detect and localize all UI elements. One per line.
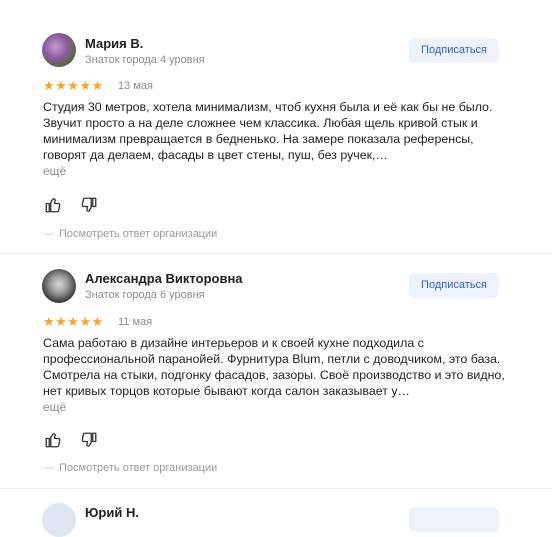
avatar[interactable] <box>42 269 76 303</box>
subscribe-button[interactable] <box>409 507 499 532</box>
rating-stars: ★★★★★ <box>43 78 104 93</box>
review-text: Студия 30 метров, хотела минимализм, что… <box>43 100 493 162</box>
divider <box>0 488 552 489</box>
review-author[interactable]: Мария В. <box>85 36 143 51</box>
org-reply-label: Посмотреть ответ организации <box>59 462 218 474</box>
thumbs-down-icon[interactable] <box>80 196 98 214</box>
author-level: Знаток города 6 уровня <box>85 289 205 301</box>
rating-stars: ★★★★★ <box>43 314 104 329</box>
review-author[interactable]: Юрий Н. <box>85 505 139 520</box>
avatar[interactable] <box>42 503 76 537</box>
subscribe-button[interactable]: Подписаться <box>409 273 499 298</box>
author-level: Знаток города 4 уровня <box>85 54 205 66</box>
dash-separator: — <box>43 228 54 240</box>
dash-separator: — <box>43 462 54 474</box>
review-date: 11 мая <box>118 316 153 328</box>
org-reply-link[interactable]: — Посмотреть ответ организации <box>43 462 217 474</box>
org-reply-link[interactable]: — Посмотреть ответ организации <box>43 228 217 240</box>
review-date: 13 мая <box>118 80 153 92</box>
subscribe-button[interactable]: Подписаться <box>409 38 499 63</box>
review-text: Сама работаю в дизайне интерьеров и к св… <box>43 336 505 398</box>
thumbs-down-icon[interactable] <box>80 431 98 449</box>
review-author[interactable]: Александра Викторовна <box>85 271 243 286</box>
org-reply-label: Посмотреть ответ организации <box>59 228 218 240</box>
thumbs-up-icon[interactable] <box>44 431 62 449</box>
divider <box>0 253 552 254</box>
more-link[interactable]: ещё <box>43 400 66 414</box>
more-link[interactable]: ещё <box>43 164 66 178</box>
thumbs-up-icon[interactable] <box>44 196 62 214</box>
avatar[interactable] <box>42 33 76 67</box>
